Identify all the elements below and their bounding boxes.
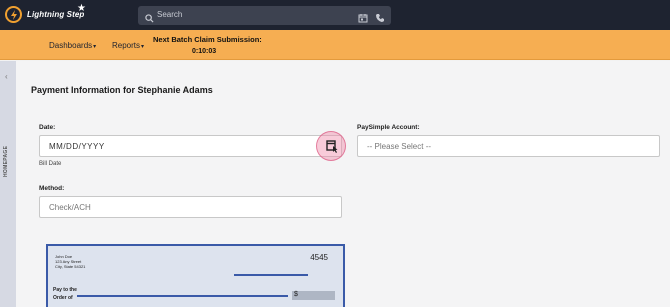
chevron-left-icon[interactable]: ‹ xyxy=(5,72,8,81)
paysimple-label: PaySimple Account: xyxy=(357,124,420,131)
paysimple-value: -- Please Select -- xyxy=(367,142,432,151)
top-navbar: Lightning Step ★ Search xyxy=(0,0,670,30)
payee-line xyxy=(77,295,288,297)
amount-box: $ xyxy=(292,291,335,300)
search-bar[interactable]: Search xyxy=(138,6,391,25)
page-title: Payment Information for Stephanie Adams xyxy=(31,85,213,95)
paysimple-select[interactable]: -- Please Select -- xyxy=(357,135,660,157)
chevron-down-icon: ▾ xyxy=(93,44,97,50)
check-city: City, State 54321 xyxy=(55,264,86,269)
nav-dashboards[interactable]: Dashboards▾ xyxy=(49,41,96,50)
search-icon xyxy=(145,10,154,28)
phone-icon[interactable] xyxy=(375,10,385,28)
sidebar-tab-homepage[interactable]: HOMEPAGE xyxy=(3,146,9,177)
nav-dashboards-label: Dashboards xyxy=(49,41,93,50)
check-payto: Pay to the Order of xyxy=(53,286,77,302)
search-input[interactable]: Search xyxy=(157,10,182,19)
check-number: 4545 xyxy=(310,253,328,262)
order-of-text: Order of xyxy=(53,295,73,301)
calendar-icon[interactable] xyxy=(358,10,368,28)
dollar-sign: $ xyxy=(294,291,298,298)
favorite-star-icon[interactable]: ★ xyxy=(77,3,86,14)
nav-reports-label: Reports xyxy=(112,41,141,50)
app-logo[interactable]: Lightning Step xyxy=(5,6,84,23)
date-line xyxy=(234,274,308,276)
collapsed-sidebar: ‹ HOMEPAGE xyxy=(0,61,16,307)
app-name: Lightning Step xyxy=(27,10,85,19)
date-hint: Bill Date xyxy=(39,161,62,167)
date-label: Date: xyxy=(39,124,56,131)
calendar-icon xyxy=(326,140,338,158)
date-placeholder: MM/DD/YYYY xyxy=(49,142,105,151)
date-field[interactable]: MM/DD/YYYY xyxy=(39,135,342,157)
batch-label: Next Batch Claim Submission: xyxy=(153,35,262,44)
lightning-icon xyxy=(5,6,22,23)
date-picker-button[interactable] xyxy=(316,131,346,161)
nav-reports[interactable]: Reports▾ xyxy=(112,41,144,50)
pay-to-text: Pay to the xyxy=(53,287,77,293)
secondary-navbar: Dashboards▾ Reports▾ Next Batch Claim Su… xyxy=(0,30,670,60)
chevron-down-icon: ▾ xyxy=(141,44,145,50)
check-illustration: John Doe 123 Any Street City, State 5432… xyxy=(46,244,345,307)
method-field[interactable]: Check/ACH xyxy=(39,196,342,218)
main-content: Payment Information for Stephanie Adams … xyxy=(16,61,670,307)
batch-timer: 0:10:03 xyxy=(192,48,217,55)
method-label: Method: xyxy=(39,185,65,192)
method-value: Check/ACH xyxy=(49,203,91,212)
